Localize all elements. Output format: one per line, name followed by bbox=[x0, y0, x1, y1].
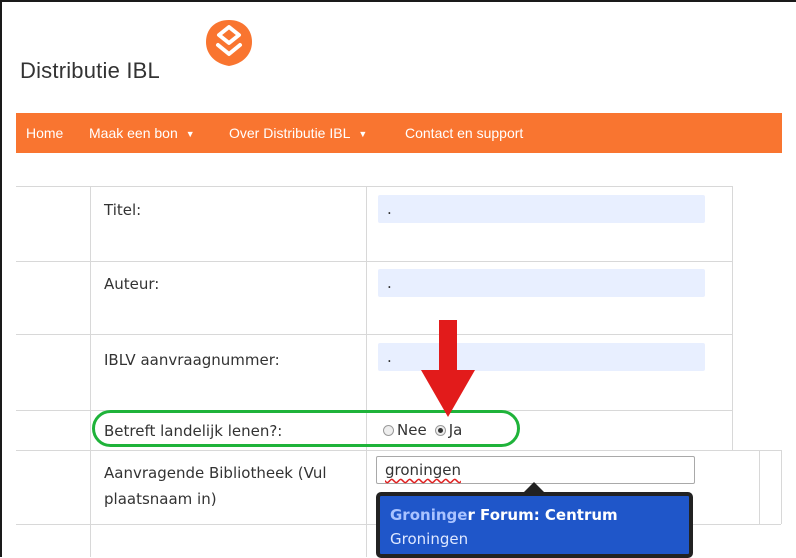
table-border bbox=[16, 186, 732, 187]
nav-over-distributie[interactable]: Over Distributie IBL ▼ bbox=[229, 113, 367, 153]
app-title: Distributie IBL bbox=[20, 58, 160, 83]
table-border bbox=[781, 450, 782, 524]
table-border bbox=[16, 261, 732, 262]
bibliotheek-label-line1: Aanvragende Bibliotheek (Vul bbox=[104, 464, 327, 482]
titel-label: Titel: bbox=[104, 201, 142, 219]
nav-contact-label: Contact en support bbox=[405, 125, 524, 141]
autocomplete-option[interactable]: Groninger Forum: Centrum bbox=[390, 506, 618, 524]
auteur-label: Auteur: bbox=[104, 275, 160, 293]
red-arrow-icon bbox=[421, 320, 475, 417]
nav-contact[interactable]: Contact en support bbox=[405, 113, 523, 153]
auteur-field[interactable]: . bbox=[378, 269, 705, 297]
table-border bbox=[732, 186, 733, 450]
nav-over-distributie-label: Over Distributie IBL bbox=[229, 125, 351, 141]
bibliotheek-label-line2: plaatsnaam in) bbox=[104, 490, 217, 508]
table-border bbox=[90, 186, 91, 557]
autocomplete-city: Groningen bbox=[390, 530, 469, 548]
nav-maak-een-bon[interactable]: Maak een bon ▼ bbox=[89, 113, 195, 153]
titel-field[interactable]: . bbox=[378, 195, 705, 223]
autocomplete-rest: r Forum: Centrum bbox=[467, 506, 618, 524]
table-border bbox=[759, 450, 760, 524]
table-border bbox=[366, 186, 367, 557]
bibliotheek-field[interactable]: groningen bbox=[376, 456, 695, 484]
nav-home-label: Home bbox=[26, 125, 64, 141]
caret-down-icon: ▼ bbox=[185, 129, 195, 139]
nav-home[interactable]: Home bbox=[26, 113, 63, 153]
table-border bbox=[16, 334, 732, 335]
autocomplete-match: Groninge bbox=[390, 506, 468, 524]
iblv-label: IBLV aanvraagnummer: bbox=[104, 351, 280, 369]
main-navbar: Home Maak een bon ▼ Over Distributie IBL ▼… bbox=[16, 113, 782, 153]
bibliotheek-label: Aanvragende Bibliotheek (Vul plaatsnaam … bbox=[104, 462, 327, 511]
nav-maak-een-bon-label: Maak een bon bbox=[89, 125, 178, 141]
dropdown-pointer bbox=[524, 482, 544, 492]
bibliotheek-field-value: groningen bbox=[385, 461, 461, 479]
autocomplete-dropdown: Groninger Forum: Centrum Groningen bbox=[376, 492, 693, 558]
logo-icon bbox=[206, 20, 252, 66]
table-border bbox=[16, 450, 781, 451]
caret-down-icon: ▼ bbox=[358, 129, 368, 139]
